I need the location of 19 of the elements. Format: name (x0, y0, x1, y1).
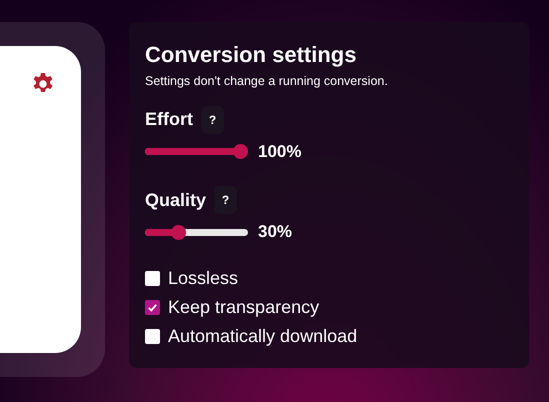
slider-thumb[interactable] (171, 224, 186, 240)
checkbox[interactable] (145, 300, 160, 315)
help-button[interactable]: ? (201, 106, 224, 134)
checkbox-label: Keep transparency (168, 296, 320, 319)
panel-subtitle: Settings don't change a running conversion. (145, 73, 389, 90)
panel-title: Conversion settings (145, 42, 358, 68)
checkbox[interactable] (145, 270, 160, 286)
slider-label: Effort (145, 108, 193, 132)
checkbox-label: Automatically download (168, 324, 358, 348)
slider[interactable] (145, 144, 248, 159)
slider-label: Quality (145, 188, 206, 212)
checkbox[interactable] (145, 328, 160, 344)
slider-thumb[interactable] (232, 144, 248, 159)
checkbox-label: Lossless (168, 266, 238, 290)
check-icon (147, 302, 158, 313)
slider-value: 30% (258, 221, 292, 244)
slider[interactable] (145, 224, 248, 240)
slider-value: 100% (258, 140, 302, 163)
help-button[interactable]: ? (214, 186, 238, 214)
